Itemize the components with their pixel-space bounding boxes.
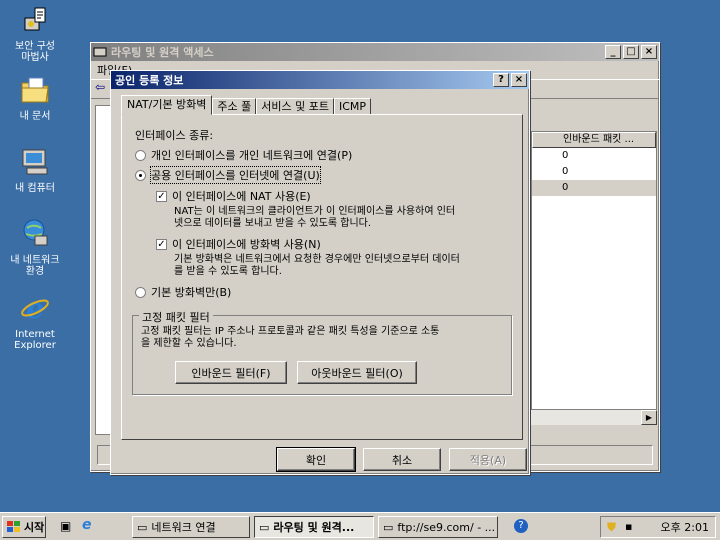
interface-type-label: 인터페이스 종류: [135,129,214,142]
ok-button[interactable]: 확인 [276,447,356,472]
my-computer-icon [22,149,48,175]
checkbox-box: ✓ [156,238,167,250]
close-button[interactable]: × [511,73,527,87]
desktop-icon-label: 환경 [25,266,45,277]
checkbox-label: 이 인터페이스에 NAT 사용(E) [172,190,311,203]
tab-page: 인터페이스 종류: 개인 인터페이스를 개인 네트워크에 연결(P) 공용 인터… [121,114,523,440]
rras-app-icon [93,47,107,57]
radio-dot [135,286,146,298]
desktop-icon-label: 내 네트워크 [10,255,60,266]
firewall-description-line: 기본 방화벽은 네트워크에서 요청한 경우에만 인터넷으로부터 데이터 [174,254,460,265]
tab-icmp[interactable]: ICMP [334,98,372,115]
svg-text:e: e [26,292,44,324]
radio-private-interface[interactable]: 개인 인터페이스를 개인 네트워크에 연결(P) [135,147,352,163]
horizontal-scrollbar[interactable]: ▶ [531,409,657,425]
quicklaunch-desktop-icon[interactable]: ▣ [60,519,71,533]
desktop-icon-internet-explorer[interactable]: e Internet Explorer [2,292,68,351]
tab-services-ports[interactable]: 서비스 및 포트 [256,98,334,115]
help-button[interactable]: ? [493,73,509,87]
radio-label: 기본 방화벽만(B) [151,286,232,299]
taskbar: 시작 ▣ e ▭ 네트워크 연결 ▭ 라우팅 및 원격... ▭ ftp://s… [0,512,720,540]
desktop-icon-label: Explorer [14,340,56,351]
my-documents-icon [21,77,49,103]
radio-basic-firewall-only[interactable]: 기본 방화벽만(B) [135,284,231,300]
shield-icon[interactable]: ⛊ [607,520,616,535]
tab-nat-firewall[interactable]: NAT/기본 방화벽 [121,95,213,115]
checkbox-enable-nat[interactable]: ✓ 이 인터페이스에 NAT 사용(E) [156,188,311,204]
checkbox-label: 이 인터페이스에 방화벽 사용(N) [172,238,321,251]
network-places-icon [23,219,48,246]
desktop-icon-my-documents[interactable]: 내 문서 [2,74,68,122]
taskbar-item-label: 라우팅 및 원격... [273,521,355,534]
list-row[interactable]: 0 [532,164,656,180]
nat-description-line: NAT는 이 네트워크의 클라이언트가 이 인터페이스를 사용하여 인터 [174,206,456,217]
radio-public-interface[interactable]: 공용 인터페이스를 인터넷에 연결(U) [135,166,321,184]
radio-label: 공용 인터페이스를 인터넷에 연결(U) [150,166,321,184]
radio-label: 개인 인터페이스를 개인 네트워크에 연결(P) [151,149,353,162]
minimize-button[interactable]: _ [605,45,621,59]
rras-titlebar[interactable]: 라우팅 및 원격 액세스 _ □ × [91,43,659,61]
taskbar-item-network-connections[interactable]: ▭ 네트워크 연결 [132,516,250,538]
outbound-filters-button[interactable]: 아웃바운드 필터(O) [297,361,417,384]
checkbox-box: ✓ [156,190,167,202]
back-arrow-icon[interactable]: ⇦ [95,80,105,94]
taskbar-item-label: ftp://se9.com/ - ... [397,520,496,534]
close-button[interactable]: × [641,45,657,59]
tab-strip: NAT/기본 방화벽 주소 풀 서비스 및 포트 ICMP [121,95,372,115]
desktop-icon-security-wizard[interactable]: 보안 구성 마법사 [2,4,68,63]
list-row[interactable]: 0 [532,180,656,196]
clock: 오후 2:01 [660,521,709,534]
public-properties-dialog: 공인 등록 정보 ? × NAT/기본 방화벽 주소 풀 서비스 및 포트 IC… [110,70,530,475]
list-panel: 인바운드 패킷 ... 0 0 0 [531,131,657,411]
inbound-filters-button[interactable]: 인바운드 필터(F) [175,361,287,384]
rras-title: 라우팅 및 원격 액세스 [111,46,214,59]
static-filters-group: 고정 패킷 필터 고정 패킷 필터는 IP 주소나 프로토콜과 같은 패킷 특성… [132,309,512,395]
help-tray-icon[interactable]: ? [514,519,528,533]
quicklaunch-ie-icon[interactable]: e [82,517,92,533]
start-button[interactable]: 시작 [2,516,46,538]
rras-taskbar-icon: ▭ [259,520,270,534]
nat-description: NAT는 이 네트워크의 클라이언트가 이 인터페이스를 사용하여 인터 넷으로… [174,206,455,230]
desktop-icon-label: 내 컴퓨터 [15,183,55,194]
windows-logo-icon [7,521,20,532]
desktop-icon-my-computer[interactable]: 내 컴퓨터 [2,146,68,194]
taskbar-item-label: 네트워크 연결 [151,521,216,534]
dialog-title: 공인 등록 정보 [115,74,184,87]
maximize-button[interactable]: □ [623,45,639,59]
firewall-description-line: 를 받을 수 있도록 합니다. [174,266,282,277]
security-wizard-icon [24,7,46,31]
ftp-folder-icon: ▭ [383,520,394,534]
column-header[interactable]: 인바운드 패킷 ... [532,132,656,148]
list-row[interactable]: 0 [532,148,656,164]
dialog-titlebar[interactable]: 공인 등록 정보 ? × [111,71,529,89]
taskbar-item-ftp[interactable]: ▭ ftp://se9.com/ - ... [378,516,498,538]
scroll-right-arrow-icon[interactable]: ▶ [641,410,657,425]
group-description: 고정 패킷 필터는 IP 주소나 프로토콜과 같은 패킷 특성을 기준으로 소통… [141,326,439,350]
desktop-icon-label: 보안 구성 [15,41,55,52]
tab-address-pool[interactable]: 주소 풀 [212,98,257,115]
apply-button[interactable]: 적용(A) [449,448,527,471]
radio-dot [135,149,146,161]
desktop-icon-network-places[interactable]: 내 네트워크 환경 [2,218,68,277]
desktop-icon-label: 내 문서 [19,111,51,122]
taskbar-item-rras[interactable]: ▭ 라우팅 및 원격... [254,516,374,538]
radio-dot [135,169,146,181]
ie-icon: e [21,292,49,325]
system-tray: ⛊ ▪ 오후 2:01 [600,516,716,538]
start-label: 시작 [24,521,45,534]
desktop-icon-label: 마법사 [21,52,49,63]
checkbox-enable-firewall[interactable]: ✓ 이 인터페이스에 방화벽 사용(N) [156,236,321,252]
group-description-line: 을 제한할 수 있습니다. [141,338,237,349]
group-title: 고정 패킷 필터 [139,309,213,325]
desktop-icon-label: Internet [15,329,55,340]
group-description-line: 고정 패킷 필터는 IP 주소나 프로토콜과 같은 패킷 특성을 기준으로 소통 [141,326,440,337]
firewall-description: 기본 방화벽은 네트워크에서 요청한 경우에만 인터넷으로부터 데이터 를 받을… [174,254,460,278]
network-connections-icon: ▭ [137,520,148,534]
cancel-button[interactable]: 취소 [363,448,441,471]
network-tray-icon[interactable]: ▪ [625,520,632,533]
nat-description-line: 넷으로 데이터를 보내고 받을 수 있도록 합니다. [174,218,372,229]
